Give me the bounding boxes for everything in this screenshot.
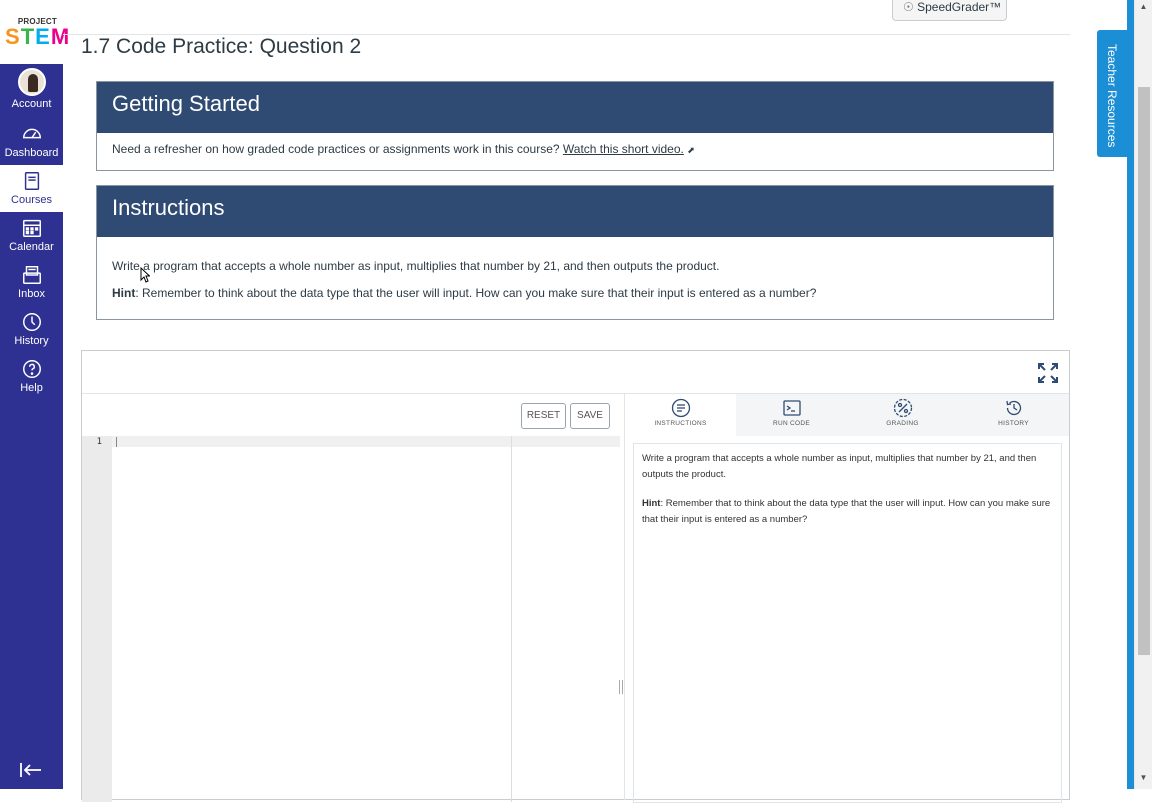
watch-video-link[interactable]: Watch this short video. [563,142,684,156]
teacher-resources-label: Teacher Resources [1105,44,1119,148]
instructions-content: Write a program that accepts a whole num… [633,443,1062,803]
percent-icon [893,398,912,418]
nav-label-history: History [14,335,49,347]
fullscreen-icon[interactable] [1037,362,1059,384]
nav-item-dashboard[interactable]: Dashboard [0,118,63,165]
clock-icon [22,313,41,331]
hint-label: Hint [642,498,661,509]
nav-item-help[interactable]: Help [0,353,63,400]
nav-item-inbox[interactable]: Inbox [0,259,63,306]
instructions-line: Write a program that accepts a whole num… [112,259,720,273]
save-button[interactable]: SAVE [570,403,610,429]
dashboard-icon [22,128,41,139]
getting-started-panel: Getting Started Need a refresher on how … [96,81,1054,171]
line-gutter: 1 [82,436,112,802]
pane-splitter-handle[interactable] [619,680,623,694]
nav-item-account[interactable]: Account [0,64,63,118]
global-nav: PROJECT STEM Account Dashboard Courses C… [0,0,69,789]
nav-label-account: Account [11,98,52,110]
instructions-content-line: Write a program that accepts a whole num… [642,453,1037,480]
help-icon [22,360,41,378]
calendar-icon [22,219,41,237]
code-editor-pane: RESET SAVE 1 [82,394,623,802]
widget-toolbar [82,351,1069,394]
nav-label-courses: Courses [11,194,52,206]
external-link-icon: ⬈ [687,145,695,155]
tab-run-code[interactable]: RUN CODE [736,394,847,436]
nav-item-calendar[interactable]: Calendar [0,212,63,259]
teacher-resources-tab[interactable]: Teacher Resources [1097,30,1127,157]
instructions-heading: Instructions [97,186,1053,237]
project-stem-logo[interactable]: PROJECT STEM [0,0,69,64]
tab-instructions[interactable]: INSTRUCTIONS [625,394,736,436]
line-number: 1 [96,437,102,447]
print-margin [511,436,512,802]
tab-label: INSTRUCTIONS [654,420,707,427]
logo-stem-text: STEM [5,24,71,49]
nav-label-inbox: Inbox [18,288,45,300]
scrollbar-thumb[interactable] [1138,87,1150,655]
reset-button[interactable]: RESET [521,403,566,429]
instructions-hint: Hint: Remember to think about the data t… [112,280,1038,307]
tab-label: RUN CODE [772,420,811,427]
side-panel: INSTRUCTIONS RUN CODE GRADING HISTORY Wr… [624,394,1069,803]
nav-label-help: Help [20,382,43,394]
tab-label: GRADING [886,420,919,427]
nav-label-dashboard: Dashboard [4,147,59,159]
getting-started-text: Need a refresher on how graded code prac… [112,142,563,156]
list-icon [671,398,690,418]
instructions-panel: Instructions Write a program that accept… [96,185,1054,320]
nav-label-calendar: Calendar [9,241,54,253]
code-editor[interactable] [112,436,620,447]
avatar [17,68,46,96]
nav-item-history[interactable]: History [0,306,63,353]
inbox-icon [22,266,41,284]
teacher-resources-edge [1127,0,1134,789]
getting-started-heading: Getting Started [97,82,1053,133]
tab-label: HISTORY [998,420,1029,427]
page-title: 1.7 Code Practice: Question 2 [81,35,362,58]
speedgrader-button[interactable]: ☉ SpeedGrader™ [892,0,1007,21]
hint-text: : Remember to think about the data type … [135,286,817,300]
scroll-up-arrow-icon[interactable]: ▲ [1135,2,1152,16]
mouse-pointer-icon [140,267,150,283]
page-scrollbar[interactable]: ▲ ▼ [1134,0,1152,789]
collapse-nav-icon[interactable] [19,760,43,780]
nav-item-courses[interactable]: Courses [0,165,63,212]
speedgrader-icon: ☉ [903,0,914,14]
hint-label: Hint [112,286,136,300]
book-icon [24,172,39,190]
history-icon [1005,400,1021,416]
scroll-down-arrow-icon[interactable]: ▼ [1135,773,1152,787]
terminal-icon [782,400,801,416]
tab-grading[interactable]: GRADING [847,394,958,436]
speedgrader-label: SpeedGrader™ [917,0,1002,14]
code-practice-widget: RESET SAVE 1 INSTRUCTIONS RUN CODE GRADI… [81,350,1070,803]
instructions-content-hint: Hint: Remember that to think about the d… [642,496,1053,528]
tab-history[interactable]: HISTORY [958,394,1069,436]
hint-text: : Remember that to think about the data … [642,498,1051,525]
text-cursor [116,437,117,447]
